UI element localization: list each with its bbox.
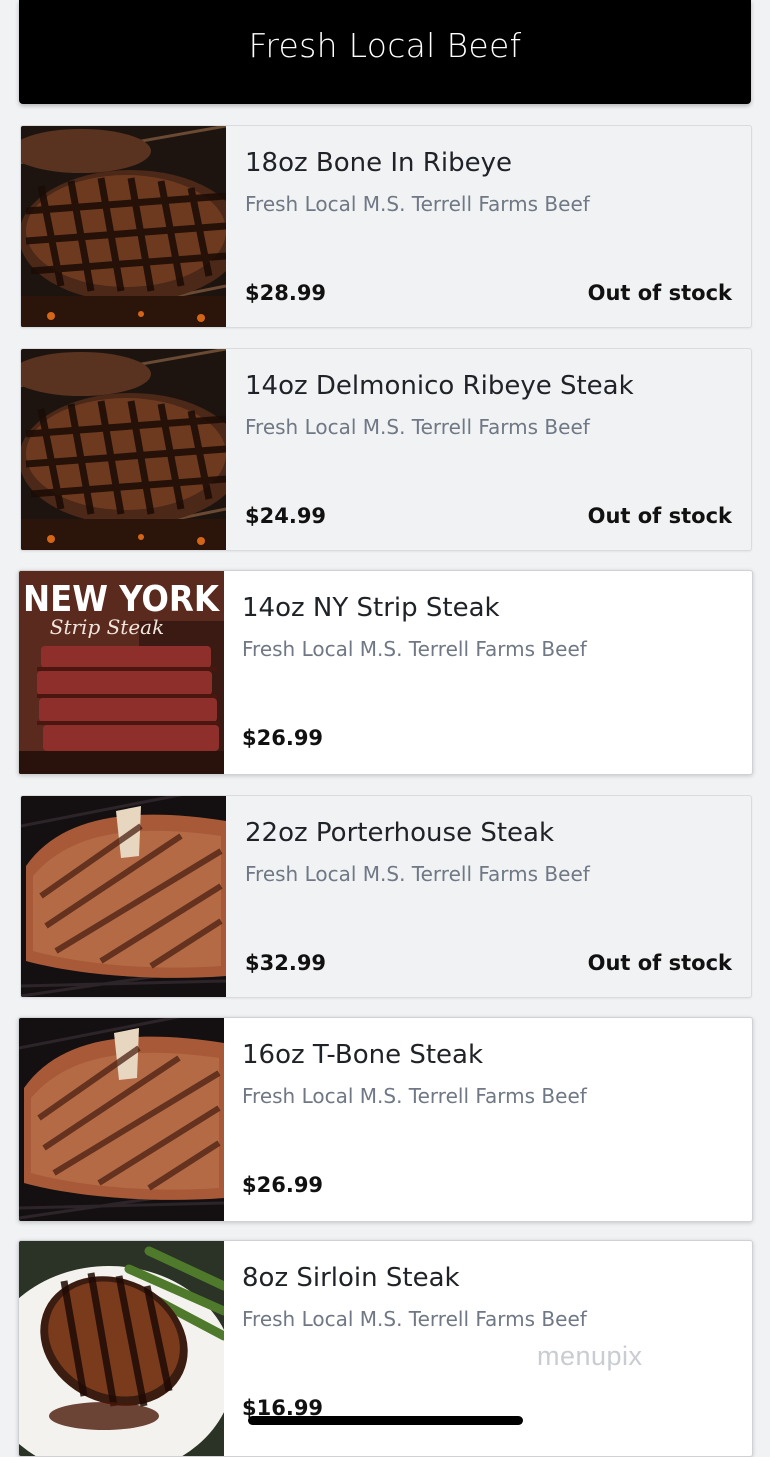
product-name: 14oz Delmonico Ribeye Steak	[245, 371, 634, 401]
product-name: 22oz Porterhouse Steak	[245, 818, 555, 848]
product-description: Fresh Local M.S. Terrell Farms Beef	[245, 415, 590, 439]
porterhouse-steak-image	[21, 796, 226, 997]
product-name: 14oz NY Strip Steak	[242, 593, 500, 623]
ny-strip-steak-image: NEW YORK Strip Steak	[19, 571, 224, 774]
product-card-delmonico-ribeye[interactable]: 14oz Delmonico Ribeye Steak Fresh Local …	[20, 348, 752, 551]
product-name: 18oz Bone In Ribeye	[245, 148, 512, 178]
product-price: $26.99	[242, 1173, 324, 1197]
product-card-ny-strip[interactable]: NEW YORK Strip Steak 14oz NY Strip Steak…	[18, 570, 753, 775]
product-name: 8oz Sirloin Steak	[242, 1263, 460, 1293]
sirloin-steak-image	[19, 1241, 224, 1456]
product-description: Fresh Local M.S. Terrell Farms Beef	[245, 862, 590, 886]
ribeye-steak-image	[21, 126, 226, 327]
product-card-porterhouse[interactable]: 22oz Porterhouse Steak Fresh Local M.S. …	[20, 795, 752, 998]
t-bone-steak-image	[19, 1018, 224, 1221]
product-price: $26.99	[242, 726, 324, 750]
product-card-bone-in-ribeye[interactable]: 18oz Bone In Ribeye Fresh Local M.S. Ter…	[20, 125, 752, 328]
ribeye-steak-image	[21, 349, 226, 550]
product-list: 18oz Bone In Ribeye Fresh Local M.S. Ter…	[0, 0, 770, 1457]
product-price: $24.99	[245, 504, 327, 528]
product-price: $28.99	[245, 281, 327, 305]
stock-status: Out of stock	[587, 281, 732, 305]
product-description: Fresh Local M.S. Terrell Farms Beef	[245, 192, 590, 216]
home-indicator[interactable]	[248, 1416, 523, 1425]
product-description: Fresh Local M.S. Terrell Farms Beef	[242, 1084, 587, 1108]
image-text: Strip Steak	[50, 615, 164, 639]
product-description: Fresh Local M.S. Terrell Farms Beef	[242, 1307, 587, 1331]
watermark: menupix	[537, 1341, 643, 1371]
image-text: NEW YORK	[23, 579, 221, 620]
product-card-t-bone[interactable]: 16oz T-Bone Steak Fresh Local M.S. Terre…	[18, 1017, 753, 1222]
product-price: $32.99	[245, 951, 327, 975]
stock-status: Out of stock	[587, 951, 732, 975]
stock-status: Out of stock	[587, 504, 732, 528]
product-description: Fresh Local M.S. Terrell Farms Beef	[242, 637, 587, 661]
product-name: 16oz T-Bone Steak	[242, 1040, 484, 1070]
